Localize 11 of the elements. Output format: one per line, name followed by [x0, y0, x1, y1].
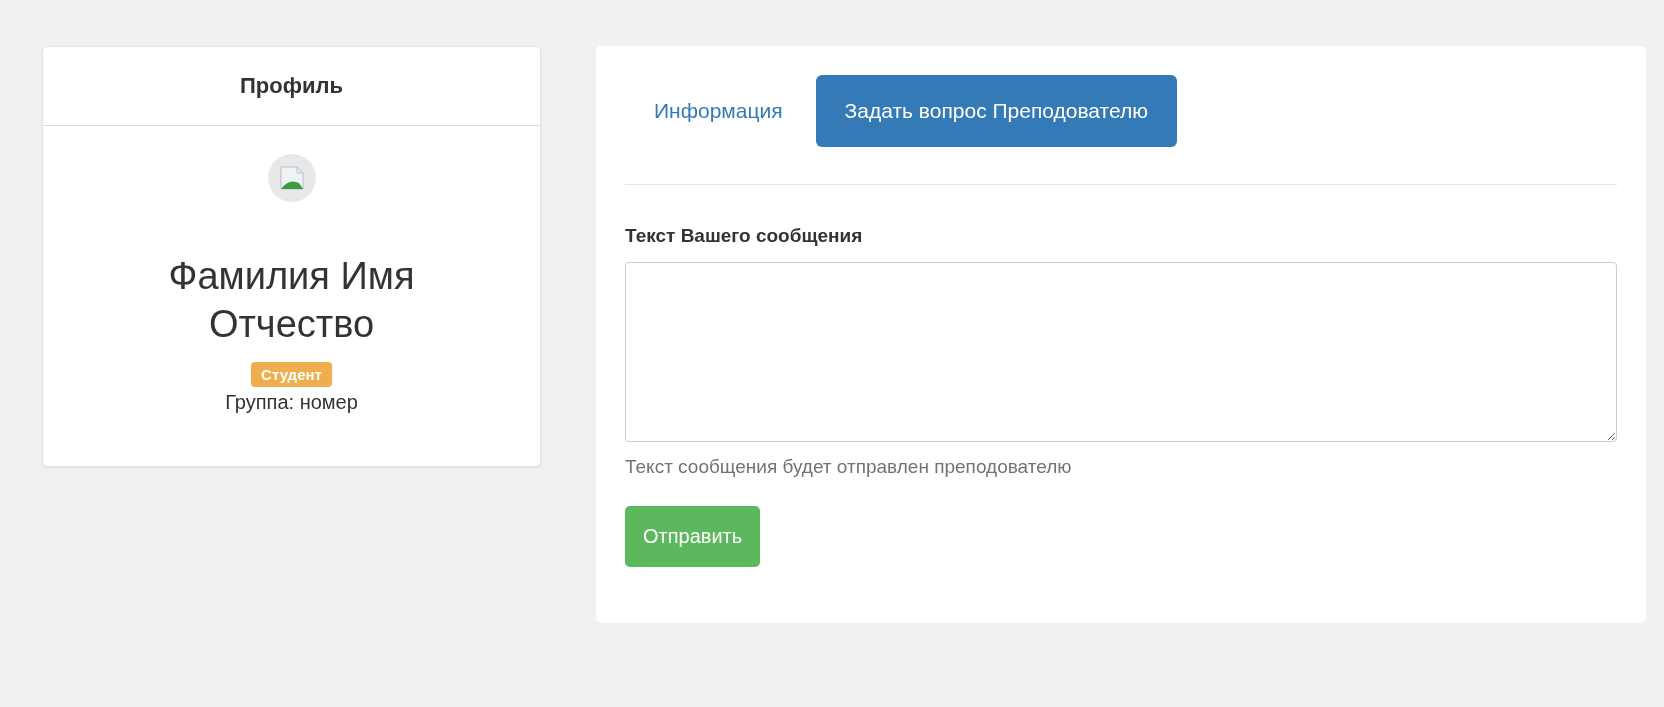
send-button[interactable]: Отправить — [625, 506, 761, 567]
tab[interactable]: Задать вопрос Преподователю — [815, 75, 1177, 147]
tab[interactable]: Информация — [625, 75, 812, 147]
full-name: Фамилия Имя Отчество — [167, 254, 416, 347]
message-field[interactable] — [625, 262, 1617, 442]
card-title: Профиль — [240, 73, 343, 99]
role-badge: Студент — [251, 362, 332, 387]
avatar-icon — [267, 154, 316, 202]
group-text: Группа: номер — [225, 391, 358, 414]
help-text: Текст сообщения будет отправлен преподователю — [625, 456, 1072, 478]
field-label: Текст Вашего сообщения — [625, 225, 863, 247]
